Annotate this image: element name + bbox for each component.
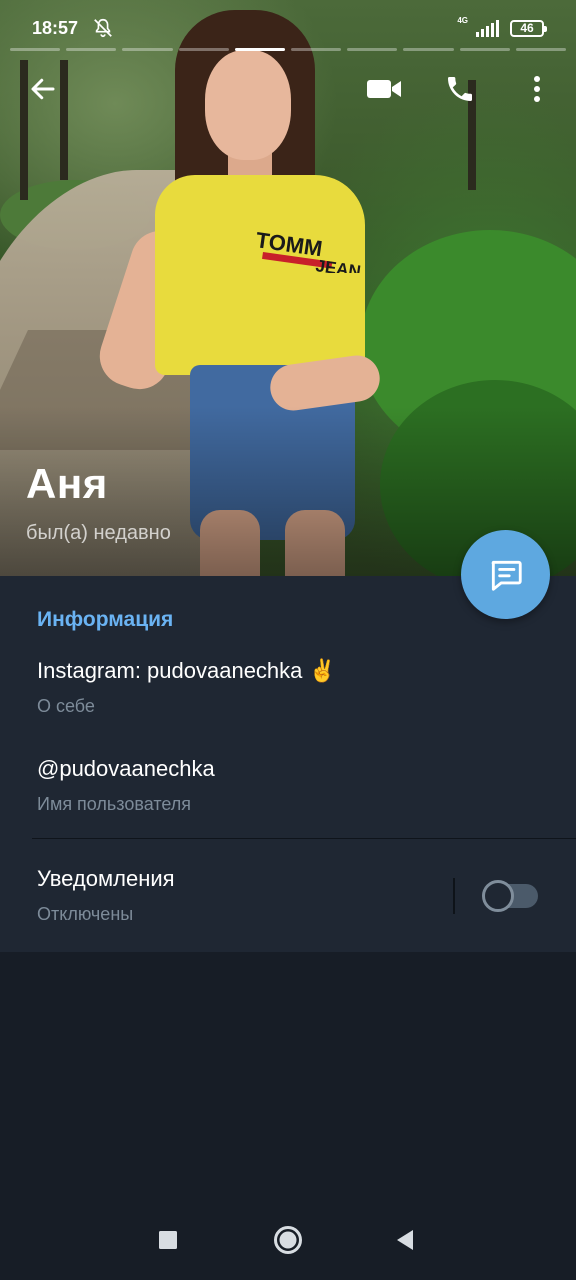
network-type: 4G	[457, 15, 468, 25]
message-icon	[491, 560, 522, 591]
circle-icon	[274, 1226, 302, 1254]
photo-segment	[66, 48, 117, 51]
video-call-button[interactable]	[359, 64, 409, 114]
notifications-off-icon	[94, 18, 112, 38]
system-back-button[interactable]	[385, 1220, 425, 1260]
square-icon	[159, 1231, 177, 1249]
profile-toolbar	[0, 64, 576, 114]
vertical-separator	[453, 878, 455, 914]
arrow-left-icon	[31, 78, 55, 100]
battery-icon: 46	[510, 19, 547, 37]
profile-name: Аня	[26, 460, 108, 507]
shirt-logo: TOMM JEAN	[254, 227, 362, 273]
more-options-button[interactable]	[512, 64, 562, 114]
photo-segment	[234, 48, 286, 51]
svg-text:JEAN: JEAN	[314, 256, 362, 273]
phone-icon	[448, 77, 472, 101]
photo-segment	[10, 48, 61, 51]
photo-segment	[515, 48, 567, 51]
notifications-row[interactable]: Уведомления Отключены	[37, 866, 175, 925]
toggle-knob	[482, 880, 514, 912]
username-label: Имя пользователя	[37, 794, 192, 814]
photo-segment	[459, 48, 510, 51]
triangle-back-icon	[397, 1230, 413, 1250]
photo-progress-segments	[10, 48, 567, 52]
bio-text: Instagram: pudovaanechka ✌️	[37, 658, 336, 683]
recents-button[interactable]	[148, 1220, 188, 1260]
notifications-title: Уведомления	[37, 866, 175, 891]
username-text: @pudovaanechka	[37, 756, 215, 781]
system-navigation-bar	[0, 1200, 576, 1280]
bio-label: О себе	[37, 696, 95, 716]
voice-call-button[interactable]	[435, 64, 485, 114]
video-camera-icon	[367, 80, 401, 98]
notifications-toggle[interactable]	[482, 880, 538, 912]
info-section-title: Информация	[37, 608, 174, 631]
send-message-button[interactable]	[461, 530, 550, 619]
home-button[interactable]	[268, 1220, 308, 1260]
more-vertical-icon	[534, 76, 540, 102]
notifications-state: Отключены	[37, 904, 134, 924]
divider	[32, 838, 576, 839]
info-card: Информация Instagram: pudovaanechka ✌️ О…	[0, 576, 576, 952]
signal-icon	[476, 20, 499, 37]
bio-row[interactable]: Instagram: pudovaanechka ✌️ О себе	[37, 658, 336, 717]
photo-segment	[291, 48, 342, 51]
back-button[interactable]	[18, 64, 68, 114]
photo-segment	[347, 48, 398, 51]
photo-segment	[403, 48, 454, 51]
photo-segment	[122, 48, 173, 51]
username-row[interactable]: @pudovaanechka Имя пользователя	[37, 756, 215, 815]
photo-segment	[178, 48, 229, 51]
last-seen-status: был(а) недавно	[26, 522, 171, 544]
status-time: 18:57	[32, 17, 79, 38]
